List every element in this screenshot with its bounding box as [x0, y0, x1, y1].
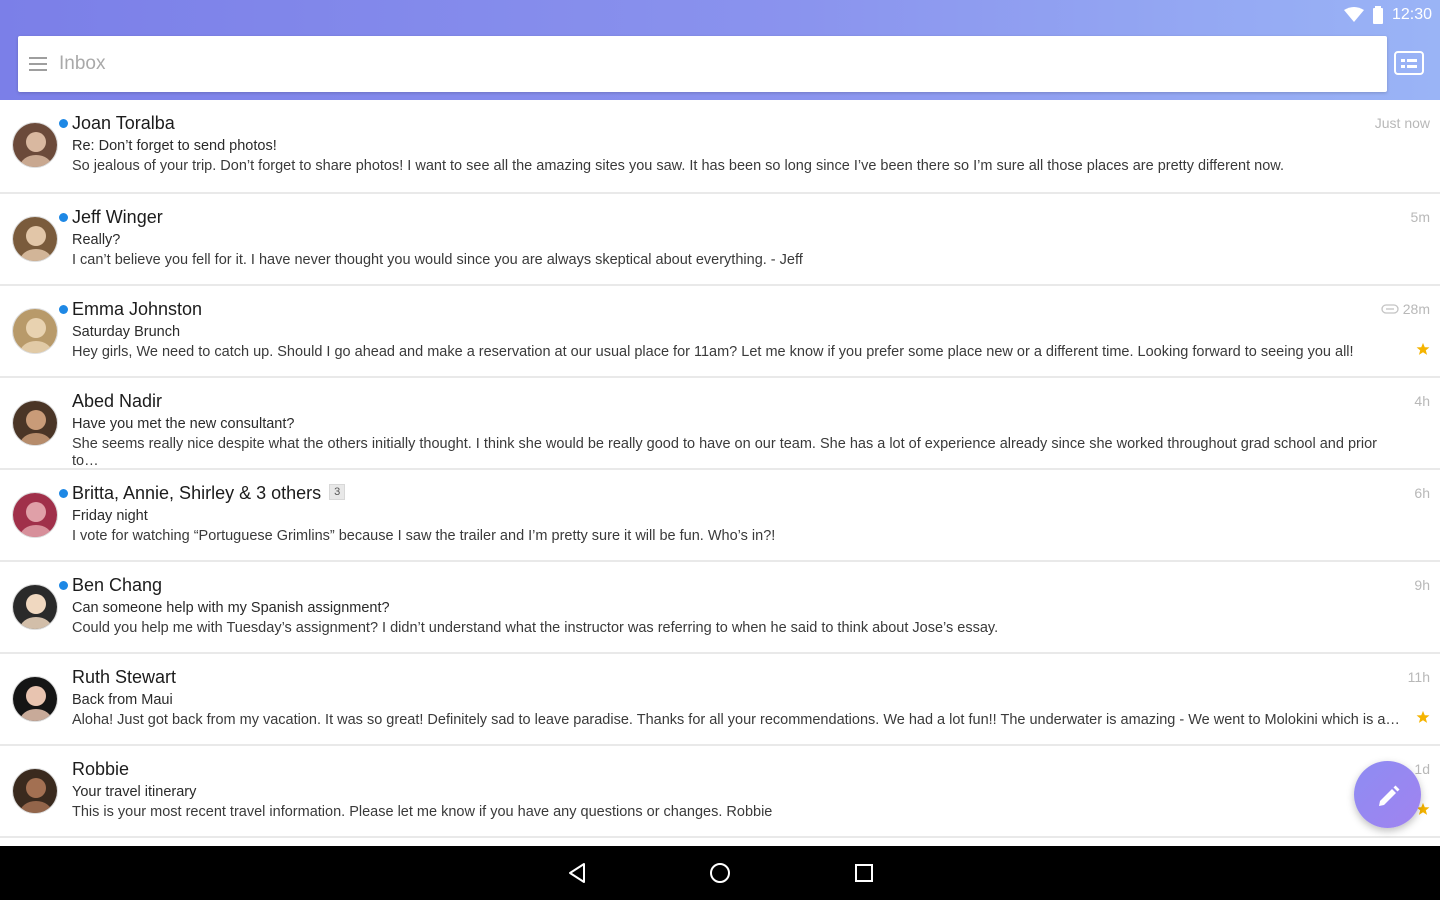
message-row[interactable]: Emma Johnston Saturday Brunch Hey girls, W…: [0, 286, 1440, 378]
message-row[interactable]: Ruth Stewart Back from Maui Aloha! Just go…: [0, 654, 1440, 746]
search-bar[interactable]: Inbox: [18, 36, 1387, 92]
message-time: Just now: [1374, 115, 1430, 131]
message-row[interactable]: Ben Chang Can someone help with my Spanis…: [0, 562, 1440, 654]
message-list: Joan Toralba Re: Don’t forget to send pho…: [0, 100, 1440, 838]
message-time: 9h: [1414, 577, 1430, 593]
message-snippet: She seems really nice despite what the o…: [72, 436, 1377, 469]
avatar: [12, 308, 58, 354]
sender-name: Ben Chang: [72, 575, 163, 595]
message-row[interactable]: Jeff Winger Really? I can’t believe you fe…: [0, 194, 1440, 286]
recents-icon[interactable]: [852, 861, 876, 885]
avatar: [12, 676, 58, 722]
avatar: [12, 216, 58, 262]
message-subject: Saturday Brunch: [72, 324, 181, 340]
unread-indicator: [59, 213, 68, 222]
avatar: [12, 584, 58, 630]
sender-name: Jeff Winger: [72, 207, 163, 227]
message-snippet: I can’t believe you fell for it. I have …: [72, 252, 803, 268]
status-bar: 12:30: [1343, 4, 1432, 26]
message-snippet: So jealous of your trip. Don’t forget to…: [72, 158, 1284, 174]
battery-icon: [1372, 6, 1383, 24]
message-snippet: This is your most recent travel informat…: [72, 804, 773, 820]
message-time: 1d: [1414, 761, 1430, 777]
unread-indicator: [59, 581, 68, 590]
message-row[interactable]: Abed Nadir Have you met the new consultan…: [0, 378, 1440, 470]
message-subject: Back from Maui: [72, 692, 173, 708]
unread-indicator: [59, 489, 68, 498]
message-row[interactable]: Robbie Your travel itinerary This is your …: [0, 746, 1440, 838]
wifi-icon: [1343, 7, 1364, 22]
message-time: 28m: [1381, 301, 1430, 317]
star-icon[interactable]: [1416, 710, 1430, 724]
thread-count-badge: 3: [329, 484, 346, 500]
message-subject: Re: Don’t forget to send photos!: [72, 138, 277, 154]
compose-button[interactable]: [1354, 761, 1421, 828]
avatar: [12, 492, 58, 538]
hamburger-menu-icon[interactable]: [18, 57, 58, 71]
sender-name: Robbie: [72, 759, 130, 779]
sender-name: Emma Johnston: [72, 299, 203, 319]
unread-indicator: [59, 305, 68, 314]
home-icon[interactable]: [708, 861, 732, 885]
message-time: 6h: [1414, 485, 1430, 501]
back-icon[interactable]: [566, 861, 590, 885]
app-header: 12:30 Inbox: [0, 0, 1440, 100]
star-icon[interactable]: [1416, 342, 1430, 356]
message-time: 4h: [1414, 393, 1430, 409]
sender-name: Joan Toralba: [72, 113, 175, 133]
search-placeholder[interactable]: Inbox: [59, 53, 105, 75]
message-subject: Can someone help with my Spanish assignm…: [72, 600, 390, 616]
system-nav-bar: [0, 846, 1440, 900]
message-subject: Have you met the new consultant?: [72, 416, 295, 432]
message-time: 11h: [1407, 669, 1430, 685]
card-view-icon[interactable]: [1394, 51, 1424, 77]
sender-name: Abed Nadir: [72, 391, 163, 411]
pencil-icon: [1378, 785, 1399, 806]
sender-name: Ruth Stewart: [72, 667, 177, 687]
message-subject: Really?: [72, 232, 121, 248]
message-snippet: I vote for watching “Portuguese Grimlins…: [72, 528, 776, 544]
message-snippet: Hey girls, We need to catch up. Should I…: [72, 344, 1354, 360]
message-row[interactable]: Joan Toralba Re: Don’t forget to send pho…: [0, 100, 1440, 194]
message-snippet: Aloha! Just got back from my vacation. I…: [72, 712, 1400, 728]
avatar: [12, 768, 58, 814]
attachment-icon: [1381, 304, 1399, 314]
status-time: 12:30: [1391, 6, 1432, 23]
unread-indicator: [59, 119, 68, 128]
message-row[interactable]: Britta, Annie, Shirley & 3 others 3 Friday…: [0, 470, 1440, 562]
avatar: [12, 122, 58, 168]
message-subject: Friday night: [72, 508, 148, 524]
message-subject: Your travel itinerary: [72, 784, 197, 800]
sender-name: Britta, Annie, Shirley & 3 others 3: [72, 483, 346, 504]
message-snippet: Could you help me with Tuesday’s assignm…: [72, 620, 999, 636]
avatar: [12, 400, 58, 446]
message-time: 5m: [1410, 209, 1430, 225]
